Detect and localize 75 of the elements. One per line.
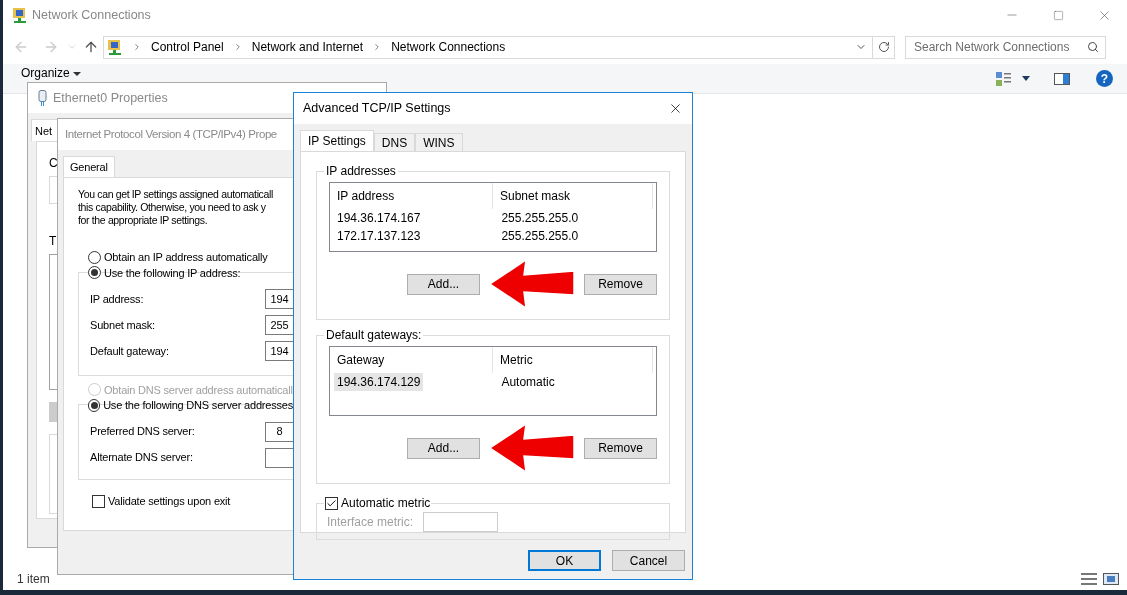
radio-label: Use the following DNS server addresses xyxy=(103,398,293,413)
organize-menu[interactable]: Organize xyxy=(21,67,81,80)
dialog-button[interactable]: Cancel xyxy=(612,550,685,571)
field-label: Subnet mask: xyxy=(90,317,155,333)
caret-icon xyxy=(72,71,81,76)
dialog-button[interactable]: Remove xyxy=(584,273,657,295)
ip-field[interactable]: 255 xyxy=(265,315,293,335)
field-label: Alternate DNS server: xyxy=(90,450,193,466)
list-view[interactable]: IP address Subnet mask 194.36.174.167 255.255.255.0 172.17.137.123 255.255.255.0 xyxy=(329,182,657,252)
group-title: IP addresses xyxy=(325,163,397,180)
radio-label: Obtain an IP address automatically xyxy=(104,250,268,265)
default-button[interactable]: OK xyxy=(528,550,601,571)
list-cell[interactable]: 194.36.174.167 xyxy=(334,209,424,227)
dialog-title: Advanced TCP/IP Settings xyxy=(303,100,451,118)
breadcrumb-item[interactable]: Network and Internet xyxy=(251,38,364,56)
list-view[interactable]: Gateway Metric 194.36.174.129 Automatic xyxy=(329,346,657,416)
network-folder-icon xyxy=(12,7,28,23)
radio-label: Use the following IP address: xyxy=(104,265,241,281)
field-label: Interface metric: xyxy=(327,514,414,531)
network-adapter-icon xyxy=(38,90,47,106)
breadcrumb-item[interactable]: Network Connections xyxy=(391,38,506,56)
refresh-icon xyxy=(877,41,890,53)
dialog-title: Ethernet0 Properties xyxy=(53,89,168,107)
search-placeholder: Search Network Connections xyxy=(914,39,1070,56)
list-cell[interactable]: Automatic xyxy=(498,373,558,391)
list-cell[interactable]: 172.17.137.123 xyxy=(334,227,424,245)
help-icon[interactable]: ? xyxy=(1096,70,1113,87)
checkbox-label: Automatic metric xyxy=(341,495,431,512)
group-title: Default gateways: xyxy=(325,327,423,344)
field-label: Default gateway: xyxy=(90,343,169,359)
chevron-icon xyxy=(132,42,142,52)
section-label: C xyxy=(49,155,58,172)
large-icons-view-icon[interactable] xyxy=(1103,573,1119,585)
close-icon[interactable] xyxy=(668,101,683,116)
field-label: IP address: xyxy=(90,291,144,307)
radio-button[interactable] xyxy=(88,398,101,412)
ip-field[interactable]: 194 xyxy=(265,341,293,361)
radio-button[interactable] xyxy=(88,266,101,280)
checkbox-label: Validate settings upon exit xyxy=(108,494,231,509)
metric-field[interactable] xyxy=(423,512,499,532)
column-header[interactable]: Subnet mask xyxy=(493,183,653,209)
tab[interactable]: DNS xyxy=(373,133,416,151)
status-text: 1 item xyxy=(17,571,50,588)
ip-field[interactable]: 194 xyxy=(265,289,293,309)
caret-icon[interactable] xyxy=(1022,76,1030,81)
search-field[interactable]: Search Network Connections xyxy=(905,35,1106,59)
list-cell[interactable]: 194.36.174.129 xyxy=(334,373,424,391)
address-bar[interactable]: Control Panel Network and Internet Network Connections xyxy=(103,35,895,59)
column-header[interactable]: IP address xyxy=(330,183,493,209)
up-icon[interactable] xyxy=(83,39,99,55)
view-options-icon[interactable] xyxy=(996,71,1012,86)
maximize-icon xyxy=(1052,9,1064,21)
description-text: You can get IP settings assigned automaticall this capability. Otherwise, you need to ask y for the appropriate IP settings. xyxy=(78,188,274,227)
window-title: Network Connections xyxy=(32,6,151,24)
ip-field[interactable]: 8 xyxy=(265,421,293,442)
search-icon xyxy=(1087,41,1099,53)
tab[interactable]: General xyxy=(63,156,115,177)
breadcrumb-item[interactable]: Control Panel xyxy=(151,38,224,56)
details-view-icon[interactable] xyxy=(1081,573,1097,585)
dialog-button[interactable]: Add... xyxy=(407,437,480,459)
ip-field[interactable] xyxy=(265,447,293,468)
tab[interactable]: IP Settings xyxy=(300,130,374,151)
preview-pane-icon[interactable] xyxy=(1054,72,1070,85)
column-header[interactable]: Metric xyxy=(493,347,653,373)
list-cell[interactable]: 255.255.255.0 xyxy=(498,209,582,227)
radio-button[interactable] xyxy=(88,250,101,264)
dialog-button[interactable]: Add... xyxy=(407,273,480,295)
tab[interactable]: WINS xyxy=(415,133,463,151)
network-folder-icon xyxy=(107,39,123,55)
list-cell[interactable]: 255.255.255.0 xyxy=(498,227,582,245)
dialog-button[interactable]: Remove xyxy=(584,437,657,459)
section-label: T xyxy=(49,233,57,250)
checkbox[interactable] xyxy=(92,494,105,508)
radio-label: Obtain DNS server address automaticall xyxy=(104,382,293,398)
field-label: Preferred DNS server: xyxy=(90,424,195,440)
